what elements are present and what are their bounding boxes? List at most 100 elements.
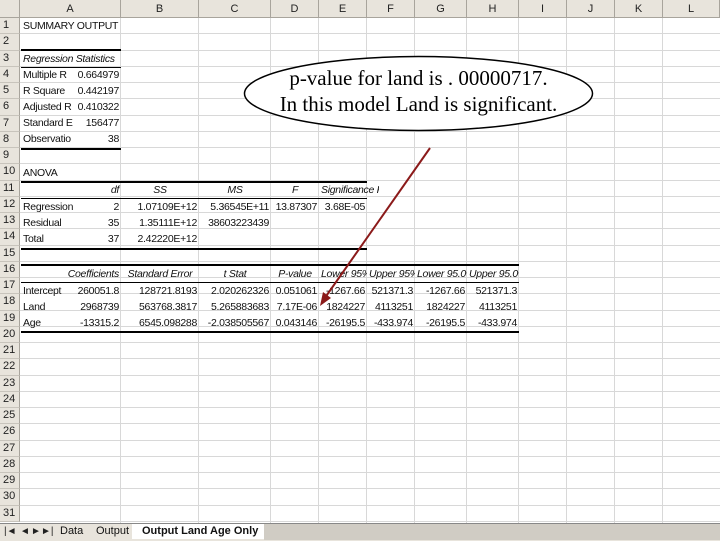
reg-stat-value[interactable]: 38 [70,132,121,147]
coef-cell[interactable]: 4113251 [467,300,519,315]
coef-header[interactable]: Upper 95.0% [467,267,519,282]
column-header-l[interactable]: L [663,0,720,18]
row-header[interactable]: 15 [0,245,20,262]
row-header[interactable]: 9 [0,148,20,165]
column-header-c[interactable]: C [199,0,271,18]
reg-stat-label[interactable]: Observatio [21,132,73,147]
row-header[interactable]: 27 [0,440,20,457]
row-header[interactable]: 11 [0,180,20,197]
coef-cell[interactable]: 563768.3817 [121,300,199,315]
row-header[interactable]: 5 [0,83,20,100]
row-header[interactable]: 6 [0,99,20,116]
anova-cell[interactable]: 35 [70,216,121,231]
spreadsheet[interactable]: A B C D E F G H I J K L 1 2 3 4 5 6 7 8 9 10 11 12 1… [0,0,720,541]
coef-cell[interactable]: 128721.8193 [121,284,199,299]
horizontal-scroll-area[interactable] [264,524,720,540]
column-header-g[interactable]: G [415,0,467,18]
column-header-j[interactable]: J [567,0,615,18]
coef-cell[interactable]: 2968739 [70,300,121,315]
anova-header[interactable]: SS [121,183,199,198]
reg-stat-label[interactable]: Standard E [21,116,73,131]
row-header[interactable]: 17 [0,278,20,295]
anova-header[interactable]: MS [199,183,271,198]
column-header-i[interactable]: I [519,0,567,18]
row-header[interactable]: 2 [0,34,20,51]
row-header[interactable]: 28 [0,456,20,473]
reg-stat-label[interactable]: Adjusted R [21,100,73,115]
anova-title[interactable]: ANOVA [21,166,101,181]
coef-header[interactable]: Standard Error [121,267,199,282]
anova-row-label[interactable]: Residual [21,216,73,231]
coef-cell[interactable]: -433.974 [467,316,519,331]
row-header[interactable]: 16 [0,261,20,278]
column-header-d[interactable]: D [271,0,319,18]
coef-row-label[interactable]: Age [21,316,71,331]
anova-row-label[interactable]: Regression [21,200,73,215]
row-header[interactable]: 20 [0,326,20,343]
coef-cell[interactable]: -26195.5 [415,316,467,331]
anova-cell[interactable]: 1.35111E+12 [121,216,199,231]
row-header[interactable]: 7 [0,115,20,132]
row-header[interactable]: 12 [0,196,20,213]
row-header[interactable]: 19 [0,310,20,327]
coef-cell[interactable]: 2.020262326 [199,284,271,299]
select-all-corner[interactable] [0,0,20,18]
reg-stat-label[interactable]: Multiple R [21,68,73,83]
row-header[interactable]: 8 [0,131,20,148]
summary-title[interactable]: SUMMARY OUTPUT [21,19,131,34]
coef-header[interactable]: t Stat [199,267,271,282]
row-header[interactable]: 18 [0,294,20,311]
coef-cell[interactable]: 260051.8 [70,284,121,299]
row-header[interactable]: 29 [0,473,20,490]
row-header[interactable]: 4 [0,66,20,83]
row-header[interactable]: 22 [0,359,20,376]
row-header[interactable]: 23 [0,375,20,392]
coef-cell[interactable]: 521371.3 [467,284,519,299]
anova-cell[interactable]: 2.42220E+12 [121,232,199,247]
coef-cell[interactable]: -13315.2 [70,316,121,331]
first-sheet-button[interactable]: |◄ [4,526,17,537]
reg-stat-value[interactable]: 0.664979 [70,68,121,83]
previous-sheet-button[interactable]: ◄ [20,526,30,537]
row-header[interactable]: 21 [0,343,20,360]
row-header[interactable]: 31 [0,505,20,522]
row-header[interactable]: 24 [0,391,20,408]
reg-stat-value[interactable]: 0.442197 [70,84,121,99]
anova-cell[interactable]: 37 [70,232,121,247]
coef-cell[interactable]: 6545.098288 [121,316,199,331]
anova-cell[interactable]: 2 [70,200,121,215]
coef-cell[interactable]: -433.974 [367,316,415,331]
column-header-b[interactable]: B [121,0,199,18]
row-header[interactable]: 26 [0,424,20,441]
anova-cell[interactable]: 5.36545E+11 [199,200,271,215]
coef-cell[interactable]: -2.038505567 [199,316,271,331]
tab-output-land-age-only[interactable]: Output Land Age Only [132,524,269,539]
row-header[interactable]: 14 [0,229,20,246]
reg-stat-value[interactable]: 0.410322 [70,100,121,115]
row-header[interactable]: 10 [0,164,20,181]
anova-header[interactable]: df [70,183,121,198]
coef-row-label[interactable]: Intercept [21,284,71,299]
anova-cell[interactable]: 1.07109E+12 [121,200,199,215]
column-header-f[interactable]: F [367,0,415,18]
reg-stat-label[interactable]: R Square [21,84,73,99]
next-sheet-button[interactable]: ► [31,526,41,537]
column-header-k[interactable]: K [615,0,663,18]
coef-header[interactable]: Coefficients [21,267,121,282]
column-header-h[interactable]: H [467,0,519,18]
row-header[interactable]: 13 [0,213,20,230]
anova-row-label[interactable]: Total [21,232,73,247]
coef-cell[interactable]: 0.043146 [271,316,319,331]
coef-row-label[interactable]: Land [21,300,71,315]
column-header-a[interactable]: A [20,0,121,18]
coef-cell[interactable]: 5.265883683 [199,300,271,315]
row-header[interactable]: 25 [0,408,20,425]
row-header[interactable]: 3 [0,50,20,67]
regression-statistics-header[interactable]: Regression Statistics [21,52,131,67]
row-header[interactable]: 1 [0,18,20,35]
coef-cell[interactable]: -26195.5 [319,316,367,331]
column-header-e[interactable]: E [319,0,367,18]
reg-stat-value[interactable]: 156477 [70,116,121,131]
anova-cell[interactable]: 38603223439 [199,216,271,231]
row-header[interactable]: 30 [0,489,20,506]
